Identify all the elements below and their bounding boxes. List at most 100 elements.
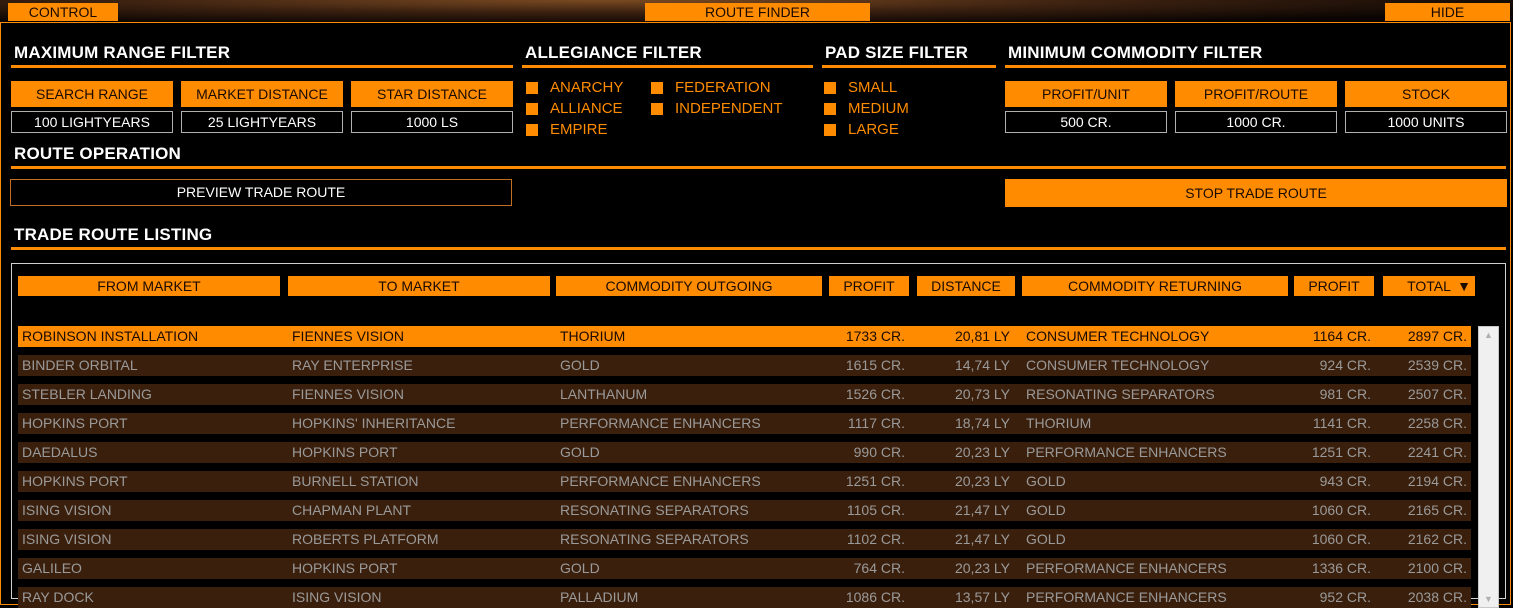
hide-button[interactable]: HIDE: [1385, 3, 1510, 21]
cell-distance: 20,23 LY: [954, 444, 1010, 460]
profit-route-value[interactable]: 1000 CR.: [1175, 111, 1337, 133]
cell-return-profit: 1164 CR.: [1312, 328, 1371, 344]
cell-commodity-returning: GOLD: [1026, 473, 1066, 489]
table-row[interactable]: STEBLER LANDING FIENNES VISION LANTHANUM 15…: [18, 384, 1471, 405]
table-row[interactable]: ISING VISION ROBERTS PLATFORM RESONATING S…: [18, 529, 1471, 550]
cell-commodity-returning: RESONATING SEPARATORS: [1026, 386, 1215, 402]
stock-value[interactable]: 1000 UNITS: [1345, 111, 1507, 133]
cell-profit: 1733 CR.: [845, 328, 905, 344]
column-header-return-profit[interactable]: PROFIT: [1294, 276, 1374, 296]
tab-route-finder[interactable]: ROUTE FINDER: [645, 3, 870, 21]
column-header-profit[interactable]: PROFIT: [829, 276, 909, 296]
cell-from-market: ISING VISION: [22, 502, 112, 518]
pad-large-checkbox[interactable]: LARGE: [824, 121, 899, 138]
cell-to-market: ISING VISION: [292, 589, 382, 605]
table-row[interactable]: GALILEO HOPKINS PORT GOLD 764 CR. 20,23 LY PE…: [18, 558, 1471, 579]
checkbox-icon: [824, 102, 836, 115]
cell-from-market: STEBLER LANDING: [22, 386, 152, 402]
pad-small-checkbox[interactable]: SMALL: [824, 79, 897, 96]
cell-commodity-outgoing: GOLD: [560, 444, 600, 460]
route-operation-divider: [11, 166, 1506, 169]
cell-total: 2897 CR.: [1407, 328, 1467, 344]
cell-total: 2194 CR.: [1407, 473, 1467, 489]
pad-medium-checkbox[interactable]: MEDIUM: [824, 100, 909, 117]
cell-to-market: HOPKINS' INHERITANCE: [292, 415, 456, 431]
table-row[interactable]: ISING VISION CHAPMAN PLANT RESONATING SEPA…: [18, 500, 1471, 521]
cell-return-profit: 952 CR.: [1319, 589, 1371, 605]
cell-distance: 20,23 LY: [954, 473, 1010, 489]
table-row[interactable]: BINDER ORBITAL RAY ENTERPRISE GOLD 1615 CR.…: [18, 355, 1471, 376]
range-filter-divider: [11, 65, 513, 68]
cell-from-market: GALILEO: [22, 560, 82, 576]
cell-commodity-outgoing: PERFORMANCE ENHANCERS: [560, 473, 761, 489]
cell-total: 2241 CR.: [1407, 444, 1467, 460]
cell-total: 2038 CR.: [1407, 589, 1467, 605]
column-header-total-label: TOTAL: [1407, 278, 1451, 294]
cell-profit: 990 CR.: [853, 444, 905, 460]
cell-from-market: RAY DOCK: [22, 589, 94, 605]
cell-return-profit: 1251 CR.: [1311, 444, 1371, 460]
allegiance-empire-checkbox[interactable]: EMPIRE: [526, 121, 608, 138]
profit-route-button[interactable]: PROFIT/ROUTE: [1175, 81, 1337, 107]
scroll-up-icon[interactable]: ▲: [1479, 327, 1498, 343]
listing-scrollbar[interactable]: ▲ ▼: [1478, 326, 1499, 608]
profit-unit-button[interactable]: PROFIT/UNIT: [1005, 81, 1167, 107]
cell-from-market: DAEDALUS: [22, 444, 98, 460]
allegiance-federation-checkbox[interactable]: FEDERATION: [651, 79, 771, 96]
allegiance-independent-checkbox[interactable]: INDEPENDENT: [651, 100, 783, 117]
star-distance-button[interactable]: STAR DISTANCE: [351, 81, 513, 107]
range-filter-title: MAXIMUM RANGE FILTER: [14, 43, 231, 62]
search-range-button[interactable]: SEARCH RANGE: [11, 81, 173, 107]
cell-profit: 1615 CR.: [845, 357, 905, 373]
profit-unit-value[interactable]: 500 CR.: [1005, 111, 1167, 133]
cell-commodity-returning: PERFORMANCE ENHANCERS: [1026, 560, 1227, 576]
cell-return-profit: 981 CR.: [1319, 386, 1371, 402]
column-header-total[interactable]: TOTAL ▼: [1383, 276, 1475, 296]
column-header-from-market[interactable]: FROM MARKET: [18, 276, 280, 296]
route-finder-panel: MAXIMUM RANGE FILTER SEARCH RANGE MARKET…: [0, 22, 1511, 608]
cell-to-market: HOPKINS PORT: [292, 560, 398, 576]
cell-commodity-outgoing: GOLD: [560, 560, 600, 576]
table-row[interactable]: ROBINSON INSTALLATION FIENNES VISION THORI…: [18, 326, 1471, 347]
table-row[interactable]: HOPKINS PORT BURNELL STATION PERFORMANCE E…: [18, 471, 1471, 492]
column-header-distance[interactable]: DISTANCE: [917, 276, 1015, 296]
cell-commodity-returning: THORIUM: [1026, 415, 1092, 431]
cell-total: 2258 CR.: [1407, 415, 1467, 431]
column-header-to-market[interactable]: TO MARKET: [288, 276, 550, 296]
listing-divider: [11, 247, 1506, 250]
stock-button[interactable]: STOCK: [1345, 81, 1507, 107]
stop-trade-route-button[interactable]: STOP TRADE ROUTE: [1005, 179, 1507, 207]
cell-commodity-returning: GOLD: [1026, 502, 1066, 518]
pad-filter-divider: [822, 65, 996, 68]
checkbox-icon: [526, 102, 538, 115]
cell-to-market: HOPKINS PORT: [292, 444, 398, 460]
cell-commodity-outgoing: PERFORMANCE ENHANCERS: [560, 415, 761, 431]
cell-commodity-returning: CONSUMER TECHNOLOGY: [1026, 328, 1210, 344]
table-row[interactable]: DAEDALUS HOPKINS PORT GOLD 990 CR. 20,23 LY P…: [18, 442, 1471, 463]
preview-trade-route-button[interactable]: PREVIEW TRADE ROUTE: [10, 179, 512, 206]
column-header-commodity-outgoing[interactable]: COMMODITY OUTGOING: [556, 276, 822, 296]
column-header-commodity-returning[interactable]: COMMODITY RETURNING: [1022, 276, 1288, 296]
cell-profit: 764 CR.: [853, 560, 905, 576]
checkbox-icon: [824, 123, 836, 136]
cell-total: 2162 CR.: [1407, 531, 1467, 547]
table-row[interactable]: HOPKINS PORT HOPKINS' INHERITANCE PERFORMA…: [18, 413, 1471, 434]
sort-descending-icon: ▼: [1457, 278, 1471, 294]
cell-return-profit: 1336 CR.: [1311, 560, 1371, 576]
checkbox-label: EMPIRE: [550, 121, 608, 138]
market-distance-value[interactable]: 25 LIGHTYEARS: [181, 111, 343, 133]
allegiance-alliance-checkbox[interactable]: ALLIANCE: [526, 100, 623, 117]
cell-commodity-returning: PERFORMANCE ENHANCERS: [1026, 444, 1227, 460]
scroll-down-icon[interactable]: ▼: [1479, 591, 1498, 607]
cell-return-profit: 1060 CR.: [1311, 502, 1371, 518]
allegiance-anarchy-checkbox[interactable]: ANARCHY: [526, 79, 623, 96]
cell-distance: 18,74 LY: [954, 415, 1010, 431]
tab-control[interactable]: CONTROL: [8, 3, 118, 21]
cell-commodity-outgoing: LANTHANUM: [560, 386, 648, 402]
table-row[interactable]: RAY DOCK ISING VISION PALLADIUM 1086 CR. 13,…: [18, 587, 1471, 608]
cell-total: 2100 CR.: [1407, 560, 1467, 576]
market-distance-button[interactable]: MARKET DISTANCE: [181, 81, 343, 107]
star-distance-value[interactable]: 1000 LS: [351, 111, 513, 133]
cell-to-market: FIENNES VISION: [292, 386, 405, 402]
search-range-value[interactable]: 100 LIGHTYEARS: [11, 111, 173, 133]
